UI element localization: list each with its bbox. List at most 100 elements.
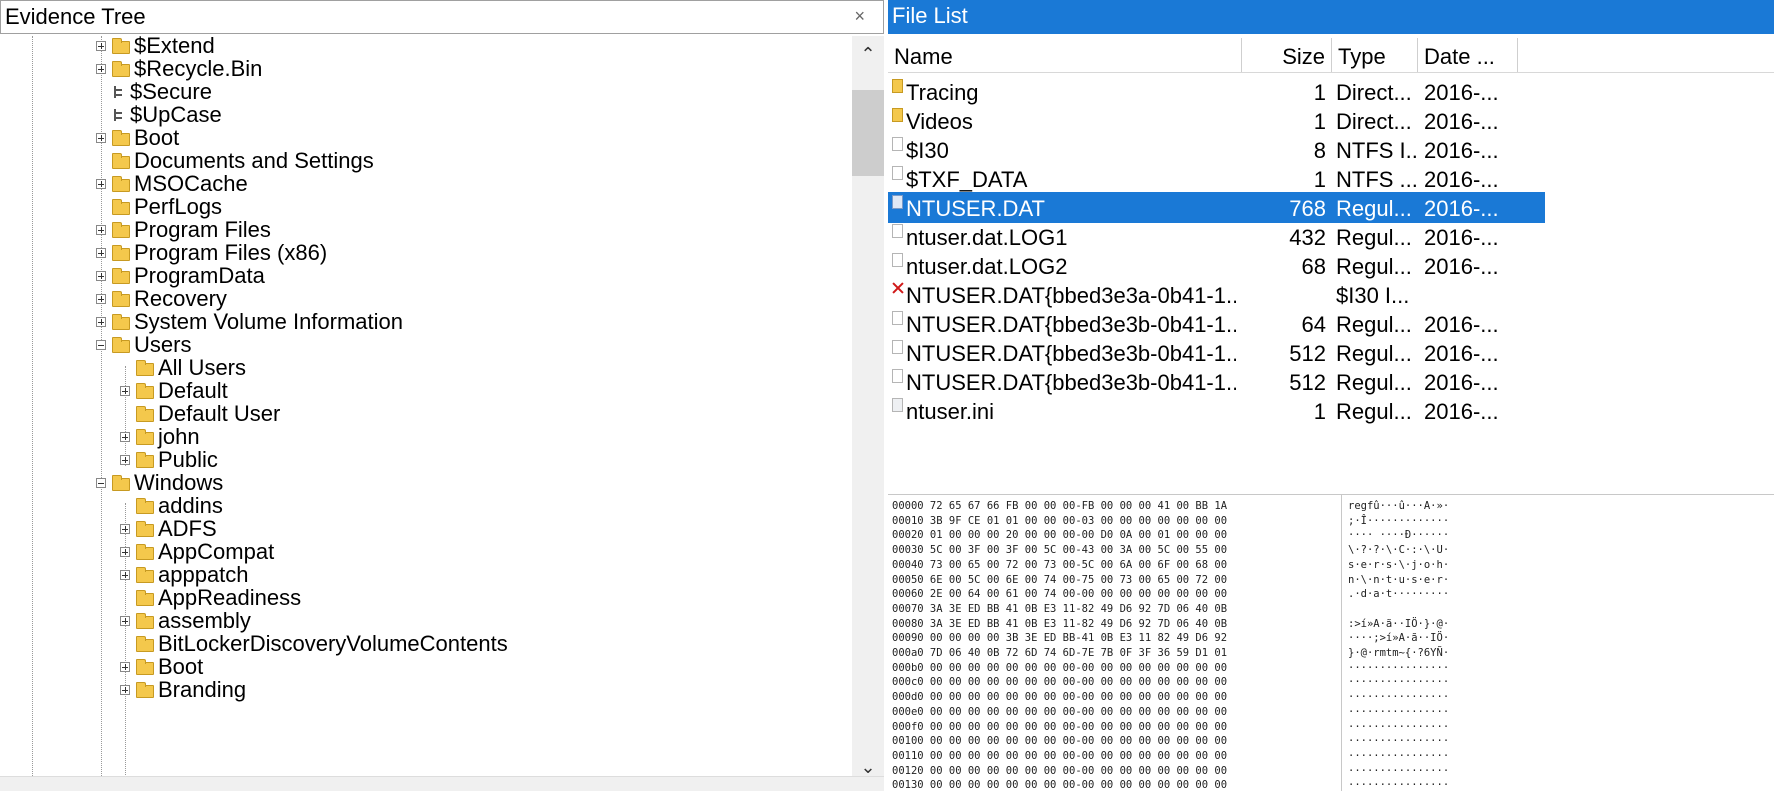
ascii-row: ················	[1348, 661, 1450, 674]
folder-icon	[112, 313, 130, 330]
ascii-row: ················	[1348, 720, 1450, 733]
file-row[interactable]: Videos 1 Direct... 2016-...	[888, 105, 1545, 136]
deleted-file-icon	[892, 282, 904, 294]
tree-guide-line	[32, 36, 33, 782]
file-icon	[892, 340, 903, 354]
file-name: Videos	[906, 109, 973, 134]
file-date: 2016-...	[1424, 225, 1499, 250]
hex-row: 00030 5C 00 3F 00 3F 00 5C 00-43 00 3A 0…	[892, 544, 1228, 557]
file-icon	[112, 108, 124, 122]
file-date: 2016-...	[1424, 399, 1499, 424]
file-row[interactable]: $TXF_DATA 1 NTFS ... 2016-...	[888, 163, 1545, 194]
expand-icon[interactable]	[96, 133, 106, 143]
column-header-size[interactable]: Size	[1242, 38, 1332, 72]
ascii-row: ················	[1348, 764, 1450, 777]
file-icon	[892, 166, 903, 180]
tree-node[interactable]: Branding	[120, 677, 246, 703]
file-row[interactable]: Tracing 1 Direct... 2016-...	[888, 76, 1545, 107]
expand-icon[interactable]	[120, 570, 130, 580]
folder-icon	[112, 336, 130, 353]
file-row[interactable]: $I30 8 NTFS I... 2016-...	[888, 134, 1545, 165]
column-header-type[interactable]: Type	[1332, 38, 1418, 72]
file-row[interactable]: NTUSER.DAT{bbed3e3b-0b41-1... 512 Regul...…	[888, 337, 1545, 368]
folder-icon	[136, 589, 154, 606]
tree-vertical-scrollbar[interactable]: ⌃ ⌄	[852, 36, 884, 782]
file-size: 1	[1313, 167, 1326, 192]
file-name: $TXF_DATA	[906, 167, 1028, 192]
scrollbar-thumb[interactable]	[852, 90, 884, 176]
expand-icon[interactable]	[120, 524, 130, 534]
file-date: 2016-...	[1424, 341, 1499, 366]
file-icon	[112, 85, 124, 99]
expand-icon[interactable]	[120, 616, 130, 626]
folder-icon	[136, 428, 154, 445]
hex-row: 00040 73 00 65 00 72 00 73 00-5C 00 6A 0…	[892, 558, 1228, 571]
folder-icon	[136, 520, 154, 537]
expand-icon[interactable]	[120, 432, 130, 442]
expand-icon[interactable]	[96, 317, 106, 327]
column-header-name[interactable]: Name	[888, 38, 1242, 72]
hex-row: 00070 3A 3E ED BB 41 0B E3 11-82 49 D6 9…	[892, 602, 1228, 615]
file-row[interactable]: ntuser.dat.LOG2 68 Regul... 2016-...	[888, 250, 1545, 281]
expand-icon[interactable]	[96, 64, 106, 74]
column-header-date[interactable]: Date ...	[1418, 38, 1518, 72]
expand-icon[interactable]	[96, 179, 106, 189]
file-type: Regul...	[1336, 341, 1412, 366]
hex-row: 00080 3A 3E ED BB 41 0B E3 11-82 49 D6 9…	[892, 617, 1228, 630]
expand-icon[interactable]	[120, 685, 130, 695]
file-row[interactable]: ntuser.dat.LOG1 432 Regul... 2016-...	[888, 221, 1545, 252]
folder-icon	[136, 566, 154, 583]
folder-icon	[136, 497, 154, 514]
hex-row: 000d0 00 00 00 00 00 00 00 00-00 00 00 0…	[892, 691, 1228, 704]
file-size: 768	[1289, 196, 1326, 221]
expand-icon[interactable]	[120, 547, 130, 557]
folder-icon	[112, 198, 130, 215]
expand-icon[interactable]	[120, 386, 130, 396]
file-size: 512	[1289, 370, 1326, 395]
file-date: 2016-...	[1424, 196, 1499, 221]
tree-horizontal-scrollbar[interactable]	[0, 776, 884, 791]
file-row[interactable]: NTUSER.DAT{bbed3e3b-0b41-1... 64 Regul... 2…	[888, 308, 1545, 339]
expand-icon[interactable]	[96, 225, 106, 235]
expand-icon[interactable]	[96, 41, 106, 51]
ascii-row: ················	[1348, 705, 1450, 718]
file-type: NTFS I...	[1336, 138, 1416, 163]
collapse-icon[interactable]	[96, 340, 106, 350]
ascii-row: s·e·r·s·\·j·o·h·	[1348, 558, 1450, 571]
collapse-icon[interactable]	[96, 478, 106, 488]
expand-icon[interactable]	[96, 248, 106, 258]
hex-row: 000f0 00 00 00 00 00 00 00 00-00 00 00 0…	[892, 720, 1228, 733]
folder-icon	[136, 681, 154, 698]
hex-row: 00110 00 00 00 00 00 00 00 00-00 00 00 0…	[892, 749, 1228, 762]
ini-file-icon	[892, 398, 903, 412]
ascii-row: ···· ····Ð······	[1348, 529, 1450, 542]
file-list-title: File List	[888, 0, 1774, 34]
ascii-row: ················	[1348, 779, 1450, 791]
file-name: $I30	[906, 138, 949, 163]
file-type: Regul...	[1336, 312, 1412, 337]
file-size: 68	[1301, 254, 1326, 279]
close-icon[interactable]: ×	[854, 1, 865, 31]
scroll-down-icon[interactable]: ⌄	[852, 757, 884, 778]
expand-icon[interactable]	[120, 455, 130, 465]
folder-icon	[112, 175, 130, 192]
expand-icon[interactable]	[96, 271, 106, 281]
ascii-row: regfû···û···A·»·	[1348, 500, 1450, 512]
expand-icon[interactable]	[120, 662, 130, 672]
evidence-tree-title-bar: Evidence Tree ×	[0, 0, 884, 34]
expand-icon[interactable]	[96, 294, 106, 304]
file-row[interactable]: ntuser.ini 1 Regul... 2016-...	[888, 395, 1545, 426]
ascii-row: :>í»A·ã··IÖ·}·@·	[1348, 617, 1450, 630]
file-icon	[892, 224, 903, 238]
file-row[interactable]: NTUSER.DAT 768 Regul... 2016-...	[888, 192, 1545, 223]
file-size: 1	[1313, 80, 1326, 105]
scroll-up-icon[interactable]: ⌃	[852, 44, 884, 65]
file-name: Tracing	[906, 80, 979, 105]
hex-row: 000a0 7D 06 40 0B 72 6D 74 6D-7E 7B 0F 3…	[892, 647, 1228, 659]
file-row[interactable]: NTUSER.DAT{bbed3e3b-0b41-1... 512 Regul...…	[888, 366, 1545, 397]
file-row[interactable]: NTUSER.DAT{bbed3e3a-0b41-1... $I30 I...	[888, 279, 1545, 310]
folder-icon	[112, 60, 130, 77]
